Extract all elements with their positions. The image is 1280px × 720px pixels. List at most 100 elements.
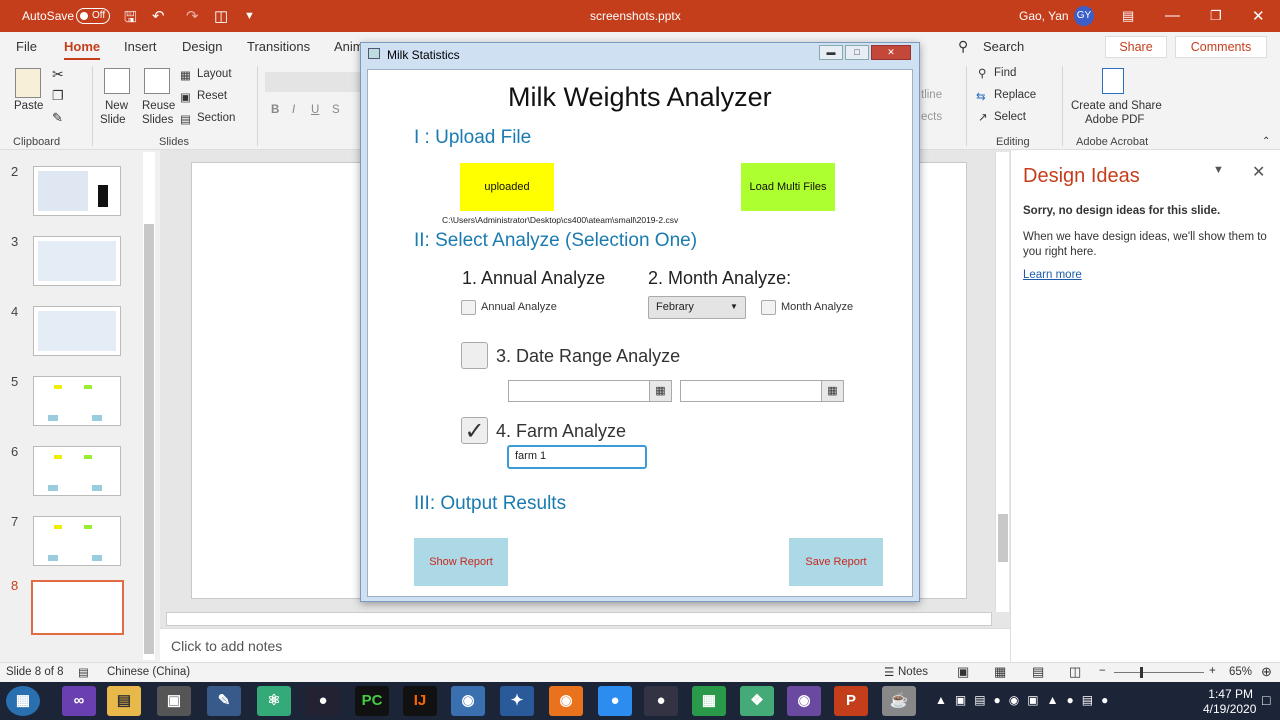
slide-thumbnail[interactable]: [33, 306, 121, 356]
farm-analyze-checkbox[interactable]: ✓: [461, 417, 488, 445]
scrollbar-thumb[interactable]: [998, 514, 1008, 562]
create-share-label-2[interactable]: Adobe PDF: [1085, 114, 1144, 126]
bold-button[interactable]: B: [271, 104, 279, 116]
reuse-label-2[interactable]: Slides: [142, 114, 173, 126]
spreadsheet-icon[interactable]: ▦: [692, 686, 726, 716]
language-label[interactable]: Chinese (China): [107, 666, 190, 678]
autosave-toggle[interactable]: Off: [76, 8, 110, 24]
redo-icon[interactable]: ↷: [186, 7, 199, 25]
start-icon[interactable]: ▦: [6, 686, 40, 716]
notification-icon[interactable]: □: [1262, 692, 1270, 708]
new-slide-label-2[interactable]: Slide: [100, 114, 126, 126]
avatar[interactable]: GY: [1074, 6, 1094, 26]
new-slide-label-1[interactable]: New: [105, 100, 128, 112]
reuse-slides-icon[interactable]: [144, 68, 170, 94]
learn-more-link[interactable]: Learn more: [1023, 269, 1082, 281]
zoom-slider[interactable]: [1114, 672, 1204, 673]
annual-analyze-checkbox[interactable]: [461, 300, 476, 315]
ribbon-display-icon[interactable]: ▤: [1122, 8, 1134, 24]
file-explorer-icon[interactable]: ▤: [107, 686, 141, 716]
find-button[interactable]: Find: [994, 67, 1016, 79]
end-date-picker[interactable]: ▦: [680, 380, 844, 402]
fit-to-window-icon[interactable]: ⊕: [1261, 664, 1272, 680]
pycharm-icon[interactable]: PC: [355, 686, 389, 716]
visual-studio-icon[interactable]: ∞: [62, 686, 96, 716]
italic-button[interactable]: I: [292, 104, 295, 116]
show-report-button[interactable]: Show Report: [414, 538, 508, 586]
zoom-level[interactable]: 65%: [1229, 666, 1252, 678]
zoom-slider-thumb[interactable]: [1140, 667, 1143, 678]
reading-view-icon[interactable]: ▤: [1032, 664, 1044, 680]
farm-input[interactable]: farm 1: [507, 445, 647, 469]
underline-button[interactable]: U: [311, 104, 319, 116]
powerpoint-icon[interactable]: P: [834, 686, 868, 716]
comments-button[interactable]: Comments: [1175, 36, 1267, 58]
git-icon[interactable]: ❖: [740, 686, 774, 716]
restore-icon[interactable]: ❐: [1210, 8, 1222, 24]
search-icon[interactable]: ⚲: [958, 38, 968, 55]
tab-insert[interactable]: Insert: [124, 39, 157, 54]
scrollbar-thumb[interactable]: [144, 224, 154, 654]
save-icon[interactable]: 🖫: [124, 7, 137, 32]
slide-thumbnail[interactable]: [33, 376, 121, 426]
layout-button[interactable]: Layout: [197, 68, 232, 80]
save-report-button[interactable]: Save Report: [789, 538, 883, 586]
slide-thumbnail[interactable]: [33, 166, 121, 216]
task-icon[interactable]: ✎: [207, 686, 241, 716]
slide-thumbnail[interactable]: [33, 516, 121, 566]
slide-sorter-icon[interactable]: ▦: [994, 664, 1006, 680]
java-icon[interactable]: ☕: [882, 686, 916, 716]
undo-icon[interactable]: ↶: [152, 7, 165, 25]
collapse-ribbon-icon[interactable]: ⌃: [1262, 136, 1270, 147]
format-painter-icon[interactable]: ✎: [52, 110, 63, 126]
reuse-label-1[interactable]: Reuse: [142, 100, 175, 112]
minimize-button[interactable]: ▬: [819, 45, 843, 60]
atom-icon[interactable]: ⚛: [257, 686, 291, 716]
present-icon[interactable]: ◫: [214, 7, 228, 25]
eclipse-icon-2[interactable]: ●: [644, 686, 678, 716]
github-icon[interactable]: ◉: [787, 686, 821, 716]
font-name-box[interactable]: [265, 72, 365, 92]
zoom-icon[interactable]: ●: [598, 686, 632, 716]
tab-transitions[interactable]: Transitions: [247, 39, 310, 54]
section-button[interactable]: Section: [197, 112, 235, 124]
close-icon[interactable]: ✕: [1252, 162, 1265, 182]
horizontal-scrollbar[interactable]: [166, 612, 992, 626]
slide-thumbnail[interactable]: [33, 446, 121, 496]
calendar-icon[interactable]: ▦: [821, 381, 843, 401]
clock-time[interactable]: 1:47 PM: [1203, 687, 1253, 701]
firefox-icon[interactable]: ◉: [549, 686, 583, 716]
start-date-picker[interactable]: ▦: [508, 380, 672, 402]
thumbnail-scrollbar[interactable]: [143, 152, 155, 660]
system-tray-icons[interactable]: ▲▣▤●◉▣▲●▤●: [935, 693, 1116, 707]
cut-icon[interactable]: ✂: [52, 66, 64, 83]
notes-placeholder[interactable]: Click to add notes: [171, 638, 282, 654]
strikethrough-button[interactable]: S: [332, 104, 340, 116]
slideshow-icon[interactable]: ◫: [1069, 664, 1081, 680]
month-analyze-checkbox[interactable]: [761, 300, 776, 315]
create-share-label-1[interactable]: Create and Share: [1071, 100, 1162, 112]
tab-design[interactable]: Design: [182, 39, 222, 54]
share-button[interactable]: Share: [1105, 36, 1167, 58]
archive-icon[interactable]: ▣: [157, 686, 191, 716]
slide-thumbnail[interactable]: [33, 236, 121, 286]
close-icon[interactable]: ✕: [1252, 7, 1265, 25]
select-button[interactable]: Select: [994, 111, 1026, 123]
minimize-icon[interactable]: —: [1165, 7, 1180, 24]
replace-button[interactable]: Replace: [994, 89, 1036, 101]
new-slide-icon[interactable]: [104, 68, 130, 94]
customize-toolbar-icon[interactable]: ▼: [244, 10, 255, 22]
paste-button[interactable]: Paste: [14, 100, 43, 112]
paste-icon[interactable]: [15, 68, 41, 98]
calendar-icon[interactable]: ▦: [649, 381, 671, 401]
intellij-icon[interactable]: IJ: [403, 686, 437, 716]
vertical-scrollbar[interactable]: [995, 152, 1009, 612]
copy-icon[interactable]: ❐: [52, 88, 64, 104]
load-multi-files-button[interactable]: Load Multi Files: [741, 163, 835, 211]
zoom-in-icon[interactable]: +: [1209, 665, 1216, 677]
notes-button[interactable]: Notes: [898, 666, 928, 678]
reset-button[interactable]: Reset: [197, 90, 227, 102]
date-range-checkbox[interactable]: [461, 342, 488, 369]
notes-pane[interactable]: Click to add notes: [160, 628, 1010, 662]
tab-home[interactable]: Home: [64, 39, 101, 60]
